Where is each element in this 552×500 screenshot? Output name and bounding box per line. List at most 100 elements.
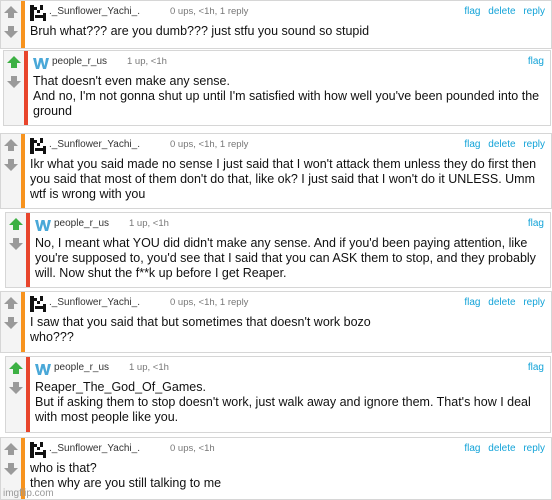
- vote-column: [1, 134, 21, 208]
- downvote-arrow-icon[interactable]: [7, 76, 21, 88]
- comment-text: Bruh what??? are you dumb??? just stfu y…: [30, 24, 543, 39]
- comment: people_r_us 1 up, <1h flag Reaper_The_Go…: [5, 356, 551, 433]
- delete-link[interactable]: delete: [488, 443, 515, 454]
- comment-line: But if asking them to stop doesn't work,…: [35, 395, 531, 424]
- comment: ._Sunflower_Yachi_. 0 ups, <1h, 1 reply …: [0, 0, 552, 49]
- comment-line: who???: [30, 330, 74, 344]
- comment-actions: flag delete reply: [459, 6, 545, 17]
- comment-username[interactable]: people_r_us: [52, 56, 107, 67]
- comment-line: Reaper_The_God_Of_Games.: [35, 380, 206, 394]
- comment-accent-bar: [26, 213, 30, 287]
- upvote-arrow-icon[interactable]: [9, 362, 23, 374]
- comment-meta: 0 ups, <1h, 1 reply: [170, 6, 249, 17]
- w-logo-avatar-icon[interactable]: [33, 55, 49, 71]
- comment-username[interactable]: ._Sunflower_Yachi_.: [49, 297, 140, 308]
- comment: ._Sunflower_Yachi_. 0 ups, <1h, 1 reply …: [0, 133, 552, 209]
- delete-link[interactable]: delete: [488, 297, 515, 308]
- comment-accent-bar: [26, 357, 30, 432]
- vote-column: [6, 357, 26, 432]
- flag-link[interactable]: flag: [464, 443, 480, 454]
- comment-line: I saw that you said that but sometimes t…: [30, 315, 371, 329]
- reply-link[interactable]: reply: [523, 443, 545, 454]
- comment-meta: 0 ups, <1h, 1 reply: [170, 297, 249, 308]
- comment-header: ._Sunflower_Yachi_. 0 ups, <1h, 1 reply …: [30, 138, 545, 154]
- flag-link[interactable]: flag: [528, 218, 544, 229]
- w-logo-avatar-icon[interactable]: [35, 361, 51, 377]
- downvote-arrow-icon[interactable]: [9, 382, 23, 394]
- pixel-avatar-icon[interactable]: [30, 5, 46, 21]
- comment-username[interactable]: ._Sunflower_Yachi_.: [49, 6, 140, 17]
- pixel-avatar-icon[interactable]: [30, 296, 46, 312]
- reply-link[interactable]: reply: [523, 297, 545, 308]
- flag-link[interactable]: flag: [464, 6, 480, 17]
- comment-username[interactable]: ._Sunflower_Yachi_.: [49, 139, 140, 150]
- comment-username[interactable]: people_r_us: [54, 362, 109, 373]
- comment-text: That doesn't even make any sense. And no…: [33, 74, 542, 119]
- upvote-arrow-icon[interactable]: [4, 6, 18, 18]
- comment-line: That doesn't even make any sense.: [33, 74, 230, 88]
- comment-line: then why are you still talking to me: [30, 476, 222, 490]
- downvote-arrow-icon[interactable]: [4, 26, 18, 38]
- comment-line: Bruh what??? are you dumb??? just stfu y…: [30, 24, 370, 38]
- comment-text: I saw that you said that but sometimes t…: [30, 315, 543, 345]
- comment-username[interactable]: people_r_us: [54, 218, 109, 229]
- comment-meta: 1 up, <1h: [127, 56, 167, 67]
- comment-actions: flag: [523, 362, 544, 373]
- comment-meta: 0 ups, <1h: [170, 443, 215, 454]
- comment: ._Sunflower_Yachi_. 0 ups, <1h, 1 reply …: [0, 291, 552, 353]
- pixel-avatar-icon[interactable]: [30, 138, 46, 154]
- reply-link[interactable]: reply: [523, 6, 545, 17]
- pixel-avatar-icon[interactable]: [30, 442, 46, 458]
- vote-column: [1, 292, 21, 352]
- flag-link[interactable]: flag: [528, 56, 544, 67]
- vote-column: [6, 213, 26, 287]
- downvote-arrow-icon[interactable]: [4, 317, 18, 329]
- delete-link[interactable]: delete: [488, 139, 515, 150]
- comment-text: Reaper_The_God_Of_Games. But if asking t…: [35, 380, 542, 425]
- comment: people_r_us 1 up, <1h flag No, I meant w…: [5, 212, 551, 288]
- upvote-arrow-icon[interactable]: [7, 56, 21, 68]
- comment-line: Ikr what you said made no sense I just s…: [30, 157, 537, 201]
- comment-actions: flag delete reply: [459, 443, 545, 454]
- downvote-arrow-icon[interactable]: [4, 159, 18, 171]
- flag-link[interactable]: flag: [464, 297, 480, 308]
- comment: ._Sunflower_Yachi_. 0 ups, <1h flag dele…: [0, 437, 552, 500]
- comment-meta: 1 up, <1h: [129, 218, 169, 229]
- comment-meta: 0 ups, <1h, 1 reply: [170, 139, 249, 150]
- upvote-arrow-icon[interactable]: [4, 443, 18, 455]
- comment-header: people_r_us 1 up, <1h flag: [33, 55, 544, 71]
- comment-header: ._Sunflower_Yachi_. 0 ups, <1h, 1 reply …: [30, 296, 545, 312]
- comment-text: Ikr what you said made no sense I just s…: [30, 157, 543, 202]
- comment-accent-bar: [21, 292, 25, 352]
- comment-line: And no, I'm not gonna shut up until I'm …: [33, 89, 540, 118]
- upvote-arrow-icon[interactable]: [9, 218, 23, 230]
- vote-column: [1, 1, 21, 48]
- downvote-arrow-icon[interactable]: [4, 463, 18, 475]
- comment-header: people_r_us 1 up, <1h flag: [35, 217, 544, 233]
- upvote-arrow-icon[interactable]: [4, 297, 18, 309]
- upvote-arrow-icon[interactable]: [4, 139, 18, 151]
- comment-actions: flag delete reply: [459, 139, 545, 150]
- delete-link[interactable]: delete: [488, 6, 515, 17]
- w-logo-avatar-icon[interactable]: [35, 217, 51, 233]
- comment-username[interactable]: ._Sunflower_Yachi_.: [49, 443, 140, 454]
- comment-actions: flag: [523, 56, 544, 67]
- reply-link[interactable]: reply: [523, 139, 545, 150]
- comment: people_r_us 1 up, <1h flag That doesn't …: [3, 50, 551, 126]
- comment-actions: flag: [523, 218, 544, 229]
- flag-link[interactable]: flag: [528, 362, 544, 373]
- site-watermark: imgflip.com: [3, 488, 54, 499]
- downvote-arrow-icon[interactable]: [9, 238, 23, 250]
- comment-line: who is that?: [30, 461, 97, 475]
- comment-header: ._Sunflower_Yachi_. 0 ups, <1h, 1 reply …: [30, 5, 545, 21]
- comment-line: No, I meant what YOU did didn't make any…: [35, 236, 536, 280]
- comment-accent-bar: [21, 134, 25, 208]
- vote-column: [4, 51, 24, 125]
- comment-accent-bar: [24, 51, 28, 125]
- comment-header: ._Sunflower_Yachi_. 0 ups, <1h flag dele…: [30, 442, 545, 458]
- comment-actions: flag delete reply: [459, 297, 545, 308]
- comment-text: who is that? then why are you still talk…: [30, 461, 543, 491]
- flag-link[interactable]: flag: [464, 139, 480, 150]
- comment-text: No, I meant what YOU did didn't make any…: [35, 236, 542, 281]
- comment-meta: 1 up, <1h: [129, 362, 169, 373]
